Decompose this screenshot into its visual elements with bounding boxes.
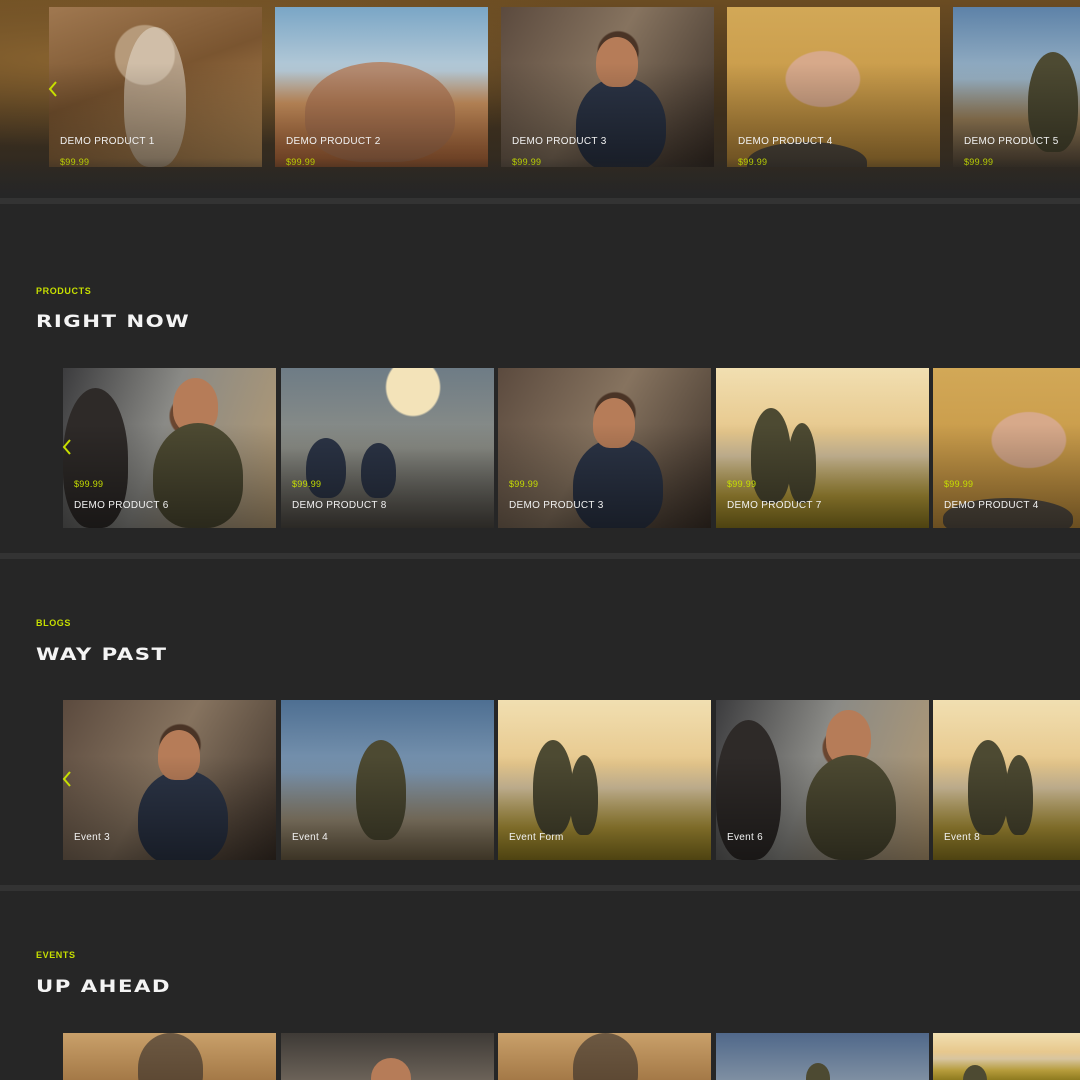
event-image xyxy=(933,1033,1080,1080)
event-card[interactable] xyxy=(281,1033,494,1080)
chevron-left-icon[interactable] xyxy=(60,438,74,456)
product-card[interactable]: DEMO PRODUCT 3 $99.99 xyxy=(501,7,714,167)
product-title: DEMO PRODUCT 1 xyxy=(60,136,155,147)
product-title: DEMO PRODUCT 6 xyxy=(74,500,169,511)
section-divider xyxy=(0,885,1080,891)
product-price: $99.99 xyxy=(738,157,768,167)
event-card[interactable] xyxy=(933,1033,1080,1080)
product-price: $99.99 xyxy=(509,479,539,489)
event-card[interactable] xyxy=(498,1033,711,1080)
blog-card[interactable]: Event 4 xyxy=(281,700,494,860)
event-card[interactable] xyxy=(716,1033,929,1080)
product-price: $99.99 xyxy=(964,157,994,167)
product-card[interactable]: $99.99 DEMO PRODUCT 7 xyxy=(716,368,929,528)
events-eyebrow: EVENTS xyxy=(36,950,76,960)
blog-title: Event 4 xyxy=(292,832,329,843)
product-title: DEMO PRODUCT 5 xyxy=(964,136,1059,147)
product-card[interactable]: DEMO PRODUCT 2 $99.99 xyxy=(275,7,488,167)
events-heading: UP AHEAD xyxy=(36,977,172,997)
product-price: $99.99 xyxy=(512,157,542,167)
blog-title: Event 3 xyxy=(74,832,111,843)
chevron-left-icon[interactable] xyxy=(60,770,74,788)
product-card[interactable]: DEMO PRODUCT 1 $99.99 xyxy=(49,7,262,167)
section-divider xyxy=(0,553,1080,559)
product-card[interactable]: $99.99 DEMO PRODUCT 6 xyxy=(63,368,276,528)
product-title: DEMO PRODUCT 2 xyxy=(286,136,381,147)
product-card[interactable]: DEMO PRODUCT 4 $99.99 xyxy=(727,7,940,167)
blog-card[interactable]: Event 3 xyxy=(63,700,276,860)
blogs-eyebrow: BLOGS xyxy=(36,618,72,628)
blog-card[interactable]: Event 8 xyxy=(933,700,1080,860)
product-price: $99.99 xyxy=(286,157,316,167)
section-divider xyxy=(0,198,1080,204)
blog-title: Event 8 xyxy=(944,832,981,843)
chevron-left-icon[interactable] xyxy=(46,80,60,98)
products-eyebrow: PRODUCTS xyxy=(36,286,92,296)
product-title: DEMO PRODUCT 7 xyxy=(727,500,822,511)
blog-title: Event Form xyxy=(509,832,564,843)
products-heading: RIGHT NOW xyxy=(36,312,191,332)
product-price: $99.99 xyxy=(727,479,757,489)
top-product-carousel: DEMO PRODUCT 1 $99.99 DEMO PRODUCT 2 $99… xyxy=(0,0,1080,198)
product-title: DEMO PRODUCT 4 xyxy=(944,500,1039,511)
blog-title: Event 6 xyxy=(727,832,764,843)
product-price: $99.99 xyxy=(60,157,90,167)
blogs-heading: WAY PAST xyxy=(36,645,168,665)
page: DEMO PRODUCT 1 $99.99 DEMO PRODUCT 2 $99… xyxy=(0,0,1080,1080)
product-card[interactable]: $99.99 DEMO PRODUCT 4 xyxy=(933,368,1080,528)
product-title: DEMO PRODUCT 3 xyxy=(509,500,604,511)
product-card[interactable]: $99.99 DEMO PRODUCT 8 xyxy=(281,368,494,528)
event-card[interactable] xyxy=(63,1033,276,1080)
product-price: $99.99 xyxy=(74,479,104,489)
product-price: $99.99 xyxy=(292,479,322,489)
blog-card[interactable]: Event 6 xyxy=(716,700,929,860)
product-card[interactable]: DEMO PRODUCT 5 $99.99 xyxy=(953,7,1080,167)
product-title: DEMO PRODUCT 3 xyxy=(512,136,607,147)
product-title: DEMO PRODUCT 8 xyxy=(292,500,387,511)
product-price: $99.99 xyxy=(944,479,974,489)
product-title: DEMO PRODUCT 4 xyxy=(738,136,833,147)
blog-card[interactable]: Event Form xyxy=(498,700,711,860)
product-card[interactable]: $99.99 DEMO PRODUCT 3 xyxy=(498,368,711,528)
